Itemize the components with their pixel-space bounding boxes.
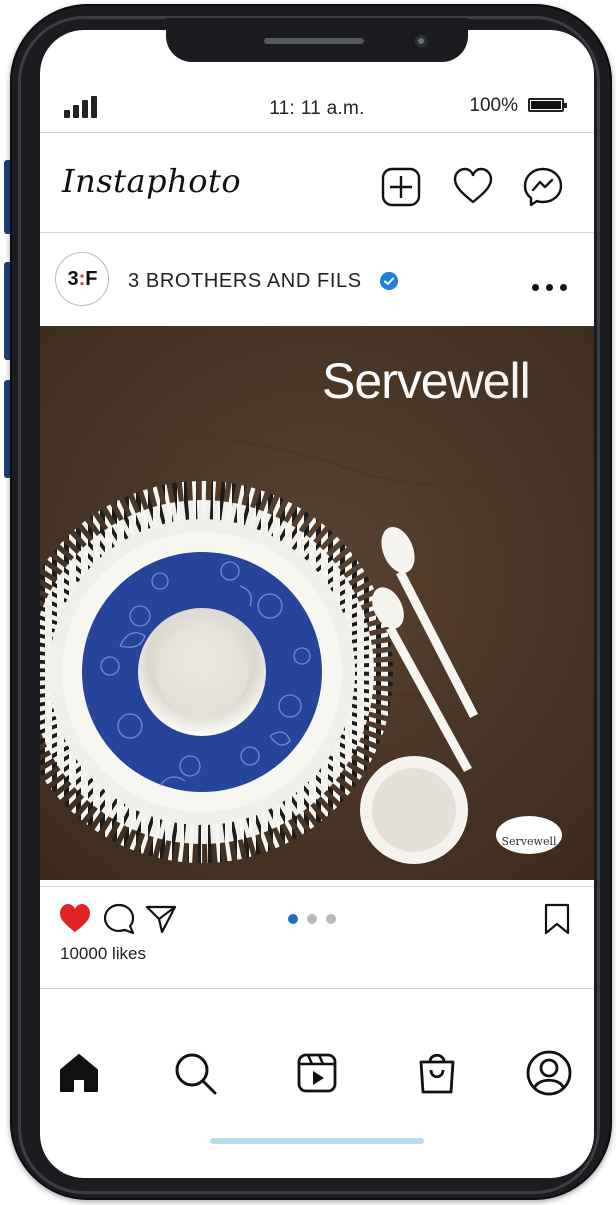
brand-text-thin: well [447, 353, 531, 409]
battery-full-icon [528, 98, 567, 112]
shop-icon[interactable] [412, 1048, 462, 1098]
post-actions: 10000 likes [40, 886, 594, 986]
front-camera [415, 35, 427, 47]
post-header: 3 : F 3 BROTHERS AND FILS [40, 250, 594, 324]
status-bar: 11: 11 a.m. 100% [40, 90, 594, 130]
small-bowl [360, 756, 468, 864]
status-divider [40, 132, 594, 133]
header-divider [40, 232, 594, 233]
heart-icon[interactable] [452, 166, 494, 208]
bottom-nav [40, 1040, 594, 1120]
actions-divider [40, 988, 594, 989]
post-image[interactable]: Servewell Servewell [40, 326, 594, 880]
comment-icon[interactable] [102, 902, 136, 936]
search-icon[interactable] [170, 1048, 220, 1098]
likes-count[interactable]: 10000 likes [60, 944, 146, 964]
app-title: Instaphoto [62, 162, 242, 200]
small-brand-logo: Servewell [496, 816, 562, 854]
profile-icon[interactable] [524, 1048, 574, 1098]
messenger-icon[interactable] [522, 166, 564, 208]
carousel-dot-active [288, 914, 298, 924]
brand-logo: Servewell [322, 352, 531, 410]
avatar-text-right: F [85, 267, 97, 290]
new-post-icon[interactable] [380, 166, 422, 208]
striped-charger-plate [40, 481, 393, 863]
share-icon[interactable] [144, 902, 178, 936]
phone-screen: 11: 11 a.m. 100% Instaphoto 3 : F 3 BROT… [40, 30, 594, 1178]
verified-badge-icon [380, 272, 398, 290]
avatar-text-left: 3 [67, 267, 78, 290]
carousel-indicator [288, 914, 348, 926]
reels-icon[interactable] [292, 1048, 342, 1098]
avatar-text-colon: : [78, 267, 86, 290]
bookmark-icon[interactable] [540, 902, 574, 936]
heart-filled-icon[interactable] [58, 902, 92, 936]
avatar[interactable]: 3 : F [55, 252, 109, 306]
carousel-dot [326, 914, 336, 924]
app-header: Instaphoto [40, 134, 594, 230]
battery-percent: 100% [469, 95, 518, 116]
account-name[interactable]: 3 BROTHERS AND FILS [128, 270, 362, 293]
phone-speaker [264, 38, 364, 44]
home-indicator[interactable] [210, 1138, 424, 1144]
more-options-icon[interactable] [530, 282, 570, 294]
carousel-dot [307, 914, 317, 924]
brand-text-bold: Serve [322, 353, 449, 409]
home-icon[interactable] [54, 1048, 104, 1098]
